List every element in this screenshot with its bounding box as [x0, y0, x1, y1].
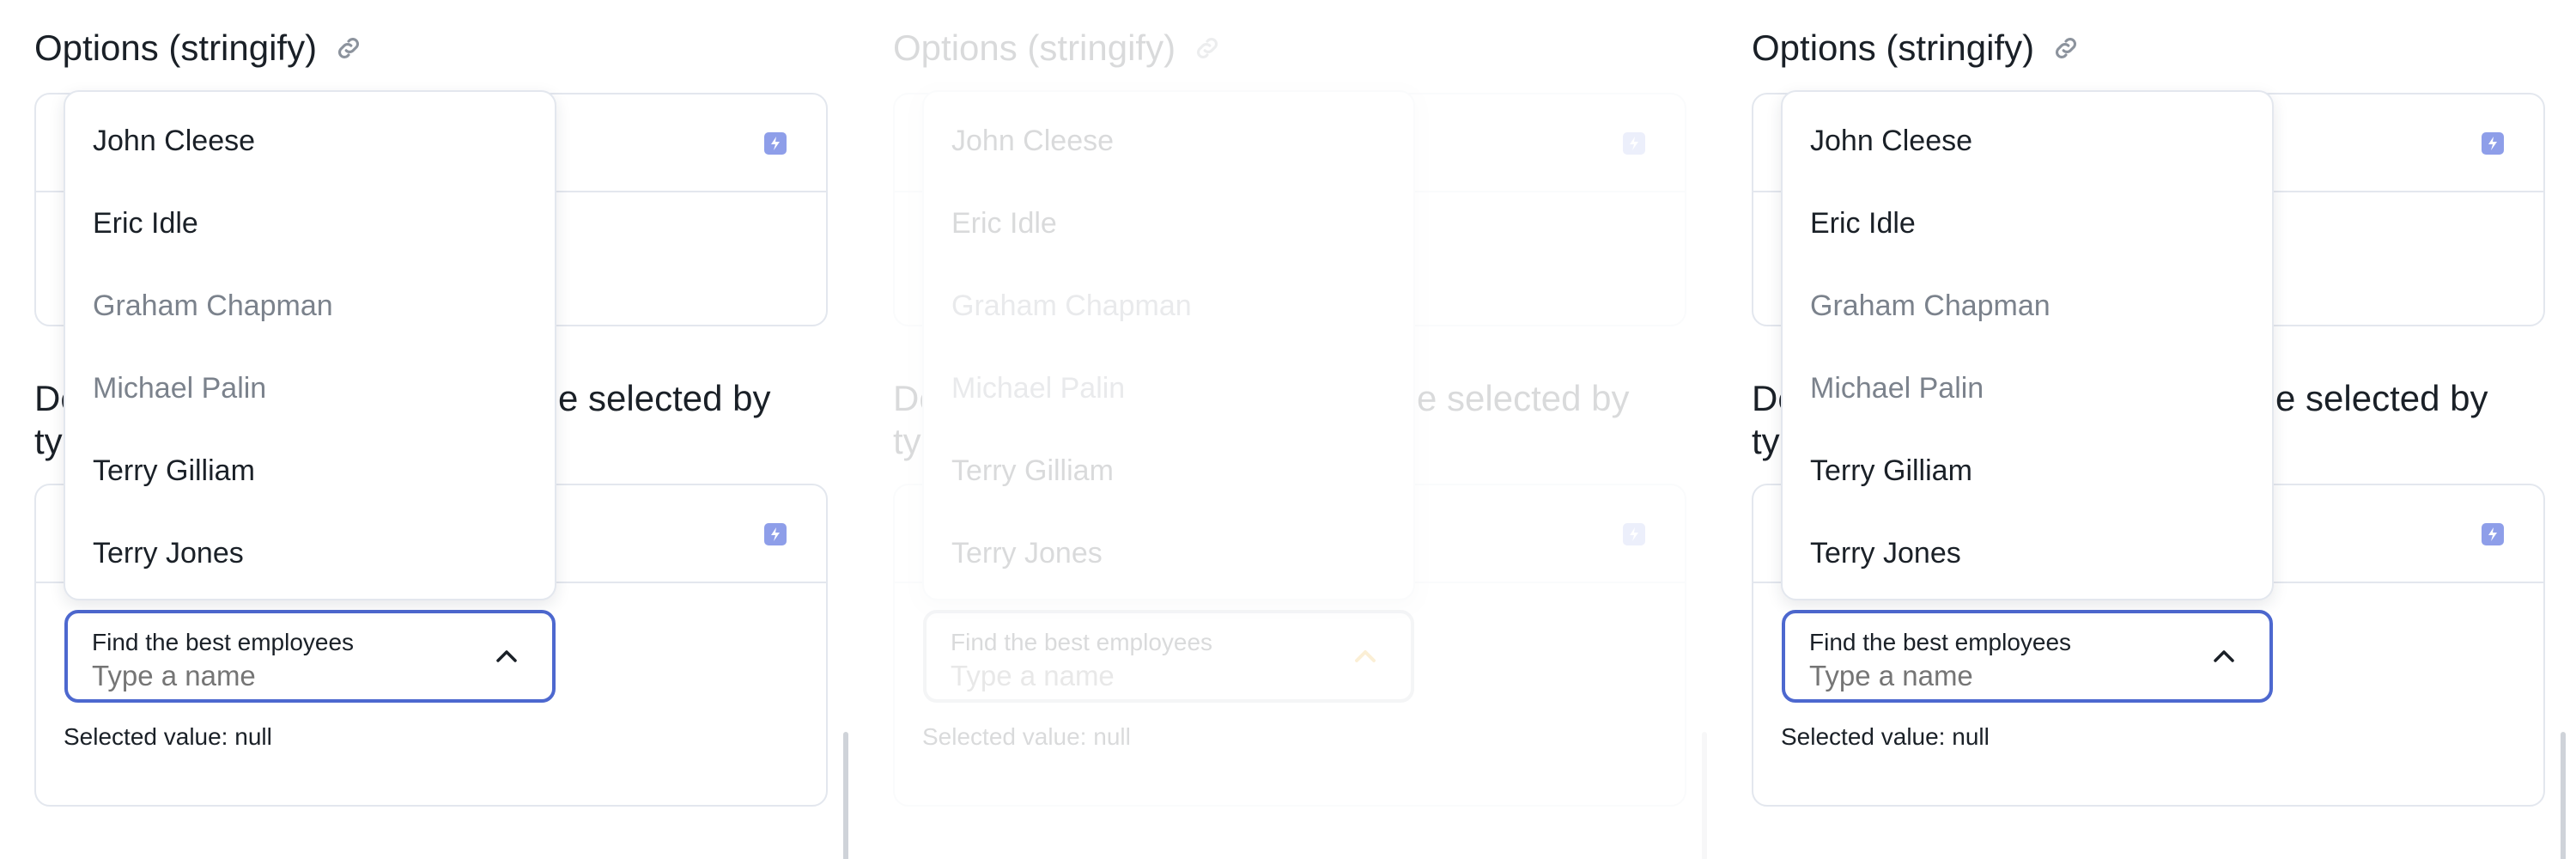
field-label: Find the best employees	[92, 629, 355, 655]
option-eric-idle[interactable]: Eric Idle	[93, 207, 198, 241]
option-john-cleese[interactable]: John Cleese	[951, 125, 1114, 158]
option-terry-gilliam[interactable]: Terry Gilliam	[1810, 454, 1972, 488]
option-graham-chapman: Graham Chapman	[1810, 289, 2050, 322]
field-label: Find the best employees	[951, 629, 1213, 655]
option-eric-idle[interactable]: Eric Idle	[1810, 207, 1916, 241]
selected-value: Selected value: null	[922, 723, 1131, 750]
autocomplete-field[interactable]: Find the best employees	[1782, 610, 2273, 703]
section-heading-text: Options (stringify)	[34, 27, 318, 68]
heading-fragment: ty	[893, 421, 921, 461]
option-john-cleese[interactable]: John Cleese	[1810, 125, 1972, 158]
option-john-cleese[interactable]: John Cleese	[93, 125, 255, 158]
selected-value: Selected value: null	[1781, 723, 1990, 750]
option-graham-chapman: Graham Chapman	[93, 289, 333, 322]
option-terry-jones[interactable]: Terry Jones	[951, 537, 1103, 570]
bolt-icon[interactable]	[1623, 132, 1645, 155]
demo-frame: Options (stringify) De ty e selected by …	[859, 0, 1717, 859]
name-input[interactable]	[951, 660, 1328, 692]
chevron-up-icon[interactable]	[2211, 646, 2237, 665]
section-heading-text: Options (stringify)	[1752, 27, 2035, 68]
options-listbox: John Cleese Eric Idle Graham Chapman Mic…	[64, 90, 556, 600]
section-heading: Options (stringify)	[34, 27, 363, 69]
scrollbar-thumb[interactable]	[2561, 732, 2566, 859]
option-terry-gilliam[interactable]: Terry Gilliam	[93, 454, 255, 488]
option-terry-jones[interactable]: Terry Jones	[93, 537, 244, 570]
option-graham-chapman: Graham Chapman	[951, 289, 1192, 322]
option-michael-palin: Michael Palin	[93, 372, 267, 405]
scrollbar-thumb[interactable]	[843, 732, 848, 859]
autocomplete-field[interactable]: Find the best employees	[64, 610, 556, 703]
demo-frame: Options (stringify) De ty e selected by …	[1717, 0, 2576, 859]
field-label: Find the best employees	[1809, 629, 2072, 655]
demo-frame: Options (stringify) De ty e selected by …	[0, 0, 859, 859]
link-icon[interactable]	[334, 34, 363, 63]
bolt-icon[interactable]	[1623, 523, 1645, 545]
option-eric-idle[interactable]: Eric Idle	[951, 207, 1057, 241]
option-terry-gilliam[interactable]: Terry Gilliam	[951, 454, 1114, 488]
name-input[interactable]	[92, 660, 470, 692]
heading-fragment: ty	[34, 421, 63, 461]
chevron-up-icon[interactable]	[1352, 646, 1378, 665]
bolt-icon[interactable]	[2482, 523, 2504, 545]
chevron-up-icon[interactable]	[494, 646, 519, 665]
option-michael-palin: Michael Palin	[951, 372, 1126, 405]
options-listbox: John Cleese Eric Idle Graham Chapman Mic…	[922, 90, 1415, 600]
option-michael-palin: Michael Palin	[1810, 372, 1984, 405]
link-icon[interactable]	[1193, 34, 1222, 63]
link-icon[interactable]	[2051, 34, 2081, 63]
name-input[interactable]	[1809, 660, 2187, 692]
scrollbar-thumb[interactable]	[1702, 732, 1707, 859]
bolt-icon[interactable]	[764, 523, 787, 545]
autocomplete-field[interactable]: Find the best employees	[923, 610, 1414, 703]
bolt-icon[interactable]	[2482, 132, 2504, 155]
selected-value: Selected value: null	[64, 723, 272, 750]
heading-fragment: ty	[1752, 421, 1780, 461]
section-heading-text: Options (stringify)	[893, 27, 1176, 68]
heading-fragment: e selected by	[2275, 378, 2488, 418]
section-heading: Options (stringify)	[893, 27, 1222, 69]
heading-fragment: e selected by	[558, 378, 771, 418]
heading-fragment: e selected by	[1417, 378, 1630, 418]
bolt-icon[interactable]	[764, 132, 787, 155]
options-listbox: John Cleese Eric Idle Graham Chapman Mic…	[1781, 90, 2274, 600]
option-terry-jones[interactable]: Terry Jones	[1810, 537, 1961, 570]
section-heading: Options (stringify)	[1752, 27, 2081, 69]
